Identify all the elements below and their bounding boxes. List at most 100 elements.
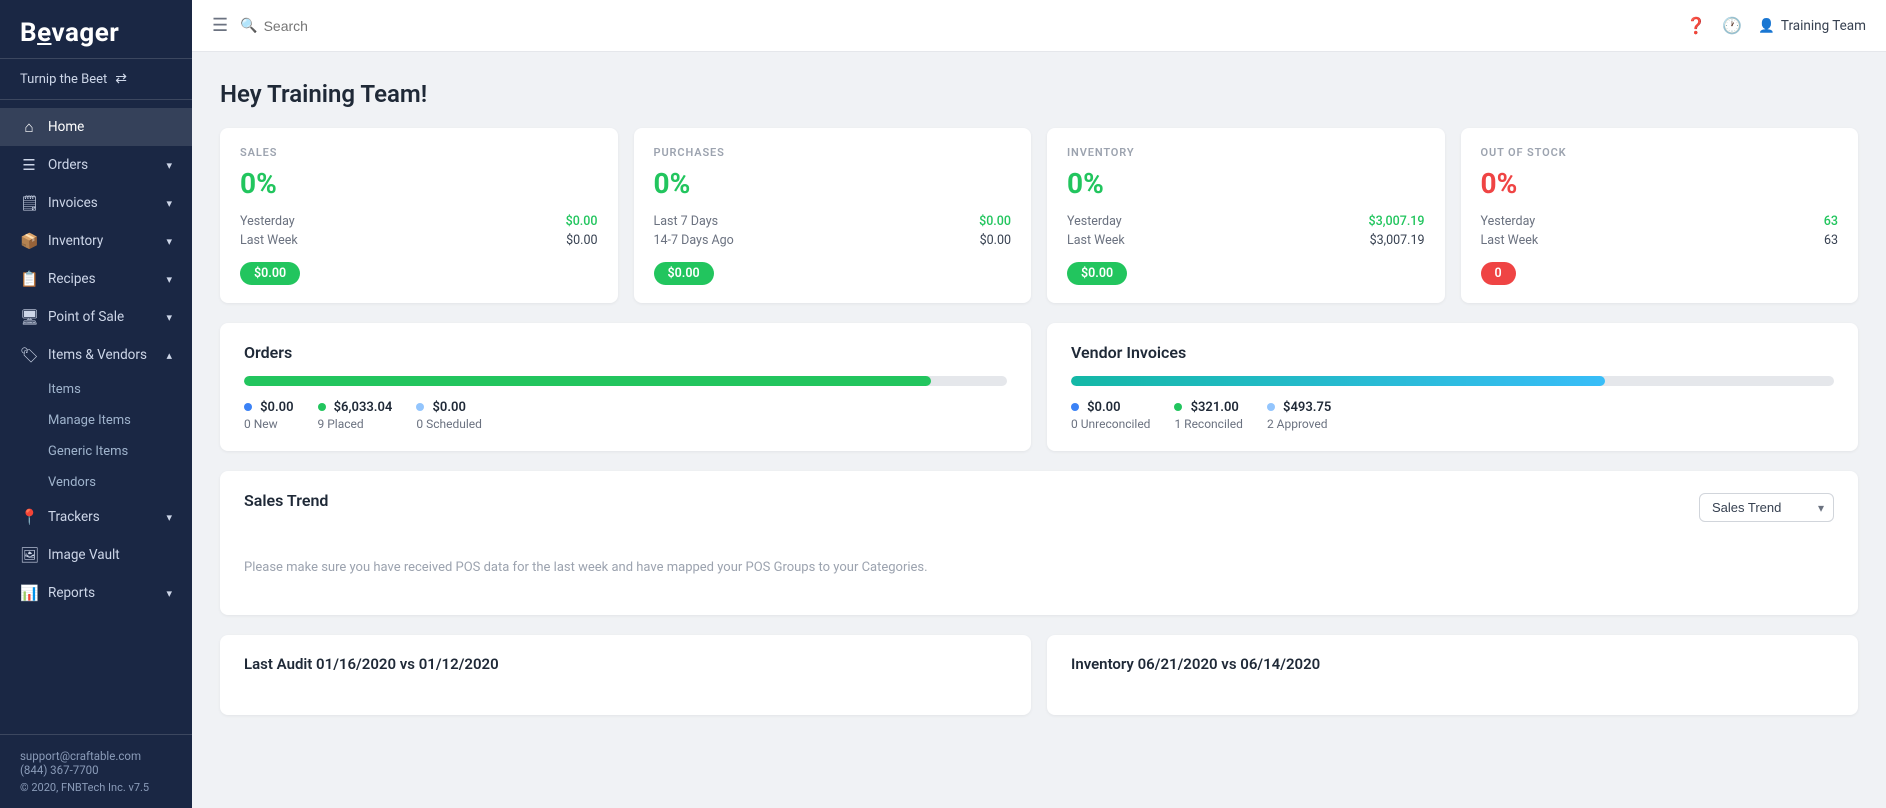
nav-label-trackers: Trackers	[48, 509, 100, 525]
sidebar-sub-item-manage-items[interactable]: Manage Items	[0, 405, 192, 436]
stat-card-purchases: PURCHASES 0% Last 7 Days $0.00 14-7 Days…	[634, 128, 1032, 303]
sidebar-sub-item-items[interactable]: Items	[0, 374, 192, 405]
page-title: Hey Training Team!	[220, 80, 1858, 108]
sidebar-footer: support@craftable.com (844) 367-7700 © 2…	[0, 734, 192, 808]
orders-stat-placed-label: 9 Placed	[318, 417, 393, 431]
stat-row-lastweek-oos: Last Week 63	[1481, 233, 1839, 248]
stat-row-val: $0.00	[979, 214, 1011, 229]
inventory-comparison-title: Inventory 06/21/2020 vs 06/14/2020	[1071, 655, 1834, 673]
stat-value-sales: 0%	[240, 167, 598, 200]
sales-trend-header: Sales Trend Sales Trend Purchase Trend I…	[244, 491, 1834, 524]
nav-label-invoices: Invoices	[48, 195, 98, 211]
orders-stat-scheduled-value: $0.00	[432, 400, 465, 415]
nav-label-recipes: Recipes	[48, 271, 96, 287]
orders-stat-scheduled-label: 0 Scheduled	[416, 417, 482, 431]
stat-row-val: $3,007.19	[1369, 214, 1425, 229]
user-icon: 👤	[1758, 18, 1775, 34]
stat-row-label: Yesterday	[240, 214, 295, 229]
sidebar-item-inventory[interactable]: 📦 Inventory ▾	[0, 222, 192, 260]
sales-trend-title: Sales Trend	[244, 491, 328, 510]
user-menu[interactable]: 👤 Training Team	[1758, 18, 1866, 34]
sidebar-store[interactable]: Turnip the Beet ⇄	[0, 59, 192, 100]
sidebar-sub-item-vendors[interactable]: Vendors	[0, 467, 192, 498]
orders-progress-fill	[244, 376, 931, 386]
nav-label-reports: Reports	[48, 585, 95, 601]
hamburger-icon[interactable]: ☰	[212, 15, 228, 36]
sub-item-label-items: Items	[48, 382, 81, 397]
nav-label-items-vendors: Items & Vendors	[48, 347, 147, 363]
sidebar-item-orders[interactable]: ☰ Orders ▾	[0, 146, 192, 184]
vi-stat-approved: $493.75 2 Approved	[1267, 400, 1331, 431]
stat-row-yesterday-oos: Yesterday 63	[1481, 214, 1839, 229]
stat-row-label: Last Week	[1481, 233, 1539, 248]
store-name: Turnip the Beet	[20, 72, 107, 87]
orders-card-title: Orders	[244, 343, 1007, 362]
search-area: 🔍	[240, 18, 1674, 34]
sales-trend-dropdown-wrap: Sales Trend Purchase Trend Inventory Tre…	[1699, 493, 1834, 522]
stat-rows-inventory: Yesterday $3,007.19 Last Week $3,007.19	[1067, 214, 1425, 248]
home-icon: ⌂	[20, 118, 38, 136]
stat-row-label: Last Week	[1067, 233, 1125, 248]
help-icon[interactable]: ❓	[1686, 16, 1706, 35]
sales-trend-message: Please make sure you have received POS d…	[244, 540, 1834, 595]
inventory-comparison-card: Inventory 06/21/2020 vs 06/14/2020	[1047, 635, 1858, 715]
trackers-icon: 📍	[20, 508, 38, 526]
vi-stat-reconciled: $321.00 1 Reconciled	[1174, 400, 1242, 431]
sales-trend-dropdown[interactable]: Sales Trend Purchase Trend Inventory Tre…	[1699, 493, 1834, 522]
stat-rows-out-of-stock: Yesterday 63 Last Week 63	[1481, 214, 1839, 248]
support-phone: (844) 367-7700	[20, 763, 172, 777]
sidebar-item-pos[interactable]: 🖥 Point of Sale ▾	[0, 298, 192, 336]
stat-label-out-of-stock: OUT OF STOCK	[1481, 146, 1839, 159]
chevron-recipes-icon: ▾	[166, 273, 172, 286]
vi-stat-reconciled-value: $321.00	[1191, 400, 1239, 415]
sidebar-item-invoices[interactable]: 🗒 Invoices ▾	[0, 184, 192, 222]
sub-item-label-manage-items: Manage Items	[48, 413, 131, 428]
chevron-pos-icon: ▾	[166, 311, 172, 324]
stat-row-yesterday-inventory: Yesterday $3,007.19	[1067, 214, 1425, 229]
stat-row-val: $0.00	[566, 233, 597, 248]
search-icon: 🔍	[240, 18, 257, 34]
stats-row: SALES 0% Yesterday $0.00 Last Week $0.00…	[220, 128, 1858, 303]
dot-reconciled-icon	[1174, 403, 1182, 411]
stat-row-label: 14-7 Days Ago	[654, 233, 734, 248]
pos-icon: 🖥	[20, 308, 38, 326]
middle-row: Orders $0.00 0 New $	[220, 323, 1858, 451]
stat-badge-purchases: $0.00	[654, 262, 714, 285]
clock-icon[interactable]: 🕐	[1722, 16, 1742, 35]
last-audit-card: Last Audit 01/16/2020 vs 01/12/2020	[220, 635, 1031, 715]
sidebar-item-trackers[interactable]: 📍 Trackers ▾	[0, 498, 192, 536]
sidebar-sub-item-generic-items[interactable]: Generic Items	[0, 436, 192, 467]
chevron-items-vendors-icon: ▴	[166, 349, 172, 362]
sidebar-item-recipes[interactable]: 📋 Recipes ▾	[0, 260, 192, 298]
chevron-orders-icon: ▾	[166, 159, 172, 172]
stat-value-purchases: 0%	[654, 167, 1012, 200]
image-vault-icon: 🖼	[20, 546, 38, 564]
stat-badge-inventory: $0.00	[1067, 262, 1127, 285]
vi-stat-approved-value: $493.75	[1283, 400, 1331, 415]
reports-icon: 📊	[20, 584, 38, 602]
vi-stat-unreconciled-value: $0.00	[1087, 400, 1120, 415]
sidebar-item-home[interactable]: ⌂ Home	[0, 108, 192, 146]
sidebar-logo: Bevager	[0, 0, 192, 59]
nav-label-orders: Orders	[48, 157, 88, 173]
sidebar-item-image-vault[interactable]: 🖼 Image Vault	[0, 536, 192, 574]
chevron-invoices-icon: ▾	[166, 197, 172, 210]
invoices-icon: 🗒	[20, 194, 38, 212]
dot-new-icon	[244, 403, 252, 411]
nav-label-home: Home	[48, 119, 84, 135]
app-name: Bevager	[20, 18, 172, 48]
search-input[interactable]	[264, 18, 464, 34]
sidebar-item-items-vendors[interactable]: 🏷 Items & Vendors ▴	[0, 336, 192, 374]
sidebar-item-reports[interactable]: 📊 Reports ▾	[0, 574, 192, 612]
vi-stat-unreconciled: $0.00 0 Unreconciled	[1071, 400, 1150, 431]
stat-label-sales: SALES	[240, 146, 598, 159]
stat-row-14days-purchases: 14-7 Days Ago $0.00	[654, 233, 1012, 248]
stat-value-out-of-stock: 0%	[1481, 167, 1839, 200]
recipes-icon: 📋	[20, 270, 38, 288]
stat-badge-sales: $0.00	[240, 262, 300, 285]
vendor-invoices-progress-track	[1071, 376, 1834, 386]
stat-label-inventory: INVENTORY	[1067, 146, 1425, 159]
stat-row-val: 63	[1824, 214, 1838, 229]
vi-stat-reconciled-label: 1 Reconciled	[1174, 417, 1242, 431]
content-area: Hey Training Team! SALES 0% Yesterday $0…	[192, 52, 1886, 808]
